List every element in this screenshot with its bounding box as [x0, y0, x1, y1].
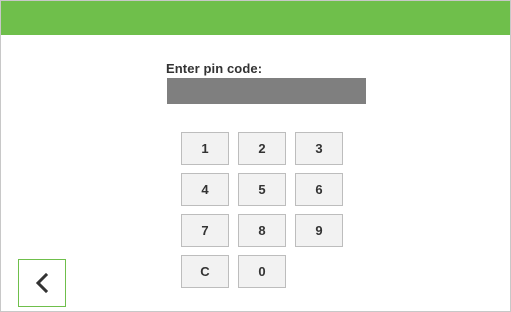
- pin-input[interactable]: [167, 78, 366, 104]
- key-0[interactable]: 0: [238, 255, 286, 288]
- key-3[interactable]: 3: [295, 132, 343, 165]
- key-8[interactable]: 8: [238, 214, 286, 247]
- key-5[interactable]: 5: [238, 173, 286, 206]
- key-7[interactable]: 7: [181, 214, 229, 247]
- key-4[interactable]: 4: [181, 173, 229, 206]
- back-button[interactable]: [18, 259, 66, 307]
- key-9[interactable]: 9: [295, 214, 343, 247]
- pin-label: Enter pin code:: [166, 61, 263, 76]
- key-2[interactable]: 2: [238, 132, 286, 165]
- key-clear[interactable]: C: [181, 255, 229, 288]
- key-1[interactable]: 1: [181, 132, 229, 165]
- key-6[interactable]: 6: [295, 173, 343, 206]
- chevron-left-icon: [35, 273, 49, 293]
- header-bar: [1, 1, 510, 35]
- pin-entry-screen: Enter pin code: 1 2 3 4 5 6 7 8 9 C 0: [0, 0, 511, 312]
- numeric-keypad: 1 2 3 4 5 6 7 8 9 C 0: [181, 132, 343, 290]
